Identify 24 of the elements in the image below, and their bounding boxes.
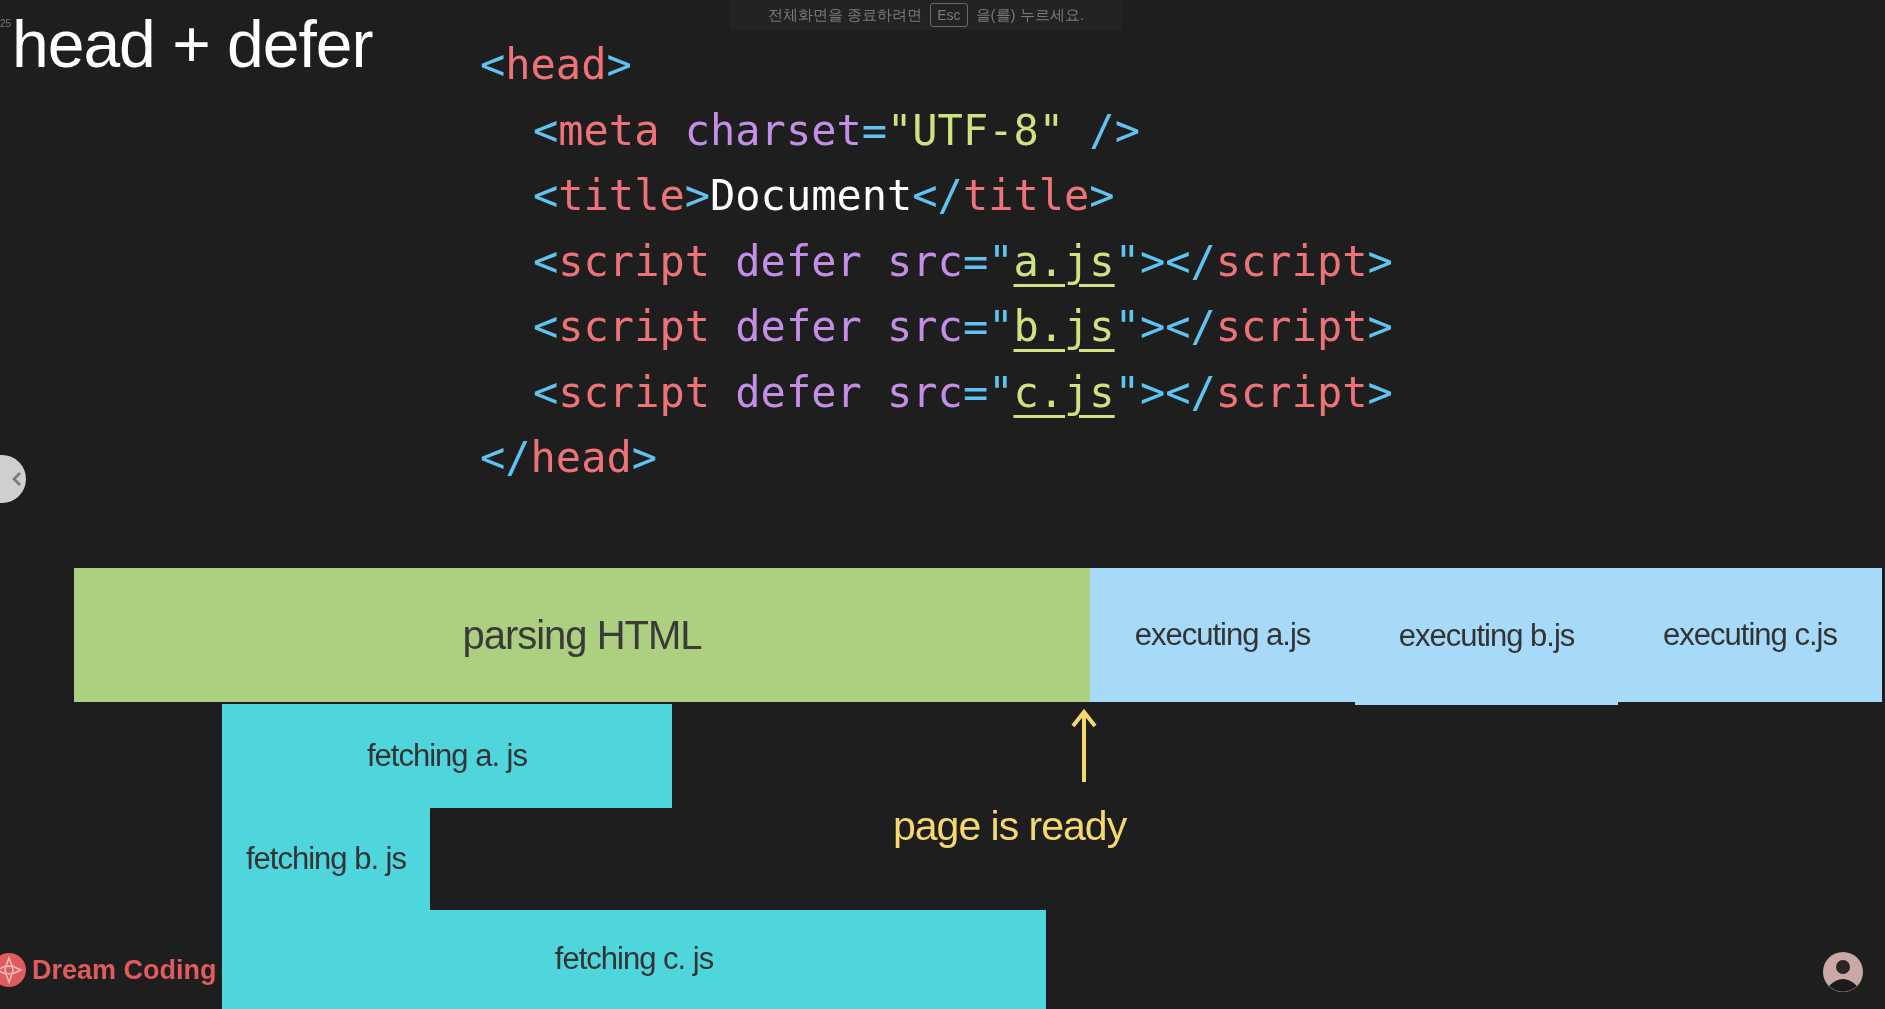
executing-bar: executing c.js: [1618, 568, 1882, 702]
chevron-left-icon: [12, 471, 22, 487]
executing-bar: executing a.js: [1090, 568, 1355, 702]
code-line: <script defer src="b.js"></script>: [532, 301, 1393, 353]
parsing-bar: parsing HTML: [74, 568, 1090, 702]
code-line: <script defer src="a.js"></script>: [532, 235, 1393, 288]
code-line: <script defer src="c.js"></script>: [532, 366, 1393, 419]
code-line: <head>: [480, 39, 633, 91]
notice-text: 전체화면을 종료하려면: [768, 4, 923, 25]
code-line: <meta charset="UTF-8" />: [532, 104, 1141, 157]
notice-text: 을(를) 누르세요.: [975, 4, 1084, 25]
avatar-icon: [1823, 952, 1863, 992]
code-line: </head>: [480, 432, 659, 484]
fetching-bar: fetching c. js: [222, 910, 1046, 1009]
logo-text: Dream Coding: [32, 954, 217, 987]
fetching-bar: fetching b. js: [222, 808, 430, 910]
slide-number: 25: [0, 17, 12, 31]
fetching-bar: fetching a. js: [222, 704, 672, 808]
slide-title: head + defer: [12, 6, 373, 83]
flower-logo-icon: [0, 953, 26, 988]
code-line: <title>Document</title>: [532, 170, 1116, 222]
esc-key: Esc: [930, 3, 968, 27]
executing-bar: executing b.js: [1355, 568, 1618, 705]
page-ready-label: page is ready: [893, 802, 1127, 851]
